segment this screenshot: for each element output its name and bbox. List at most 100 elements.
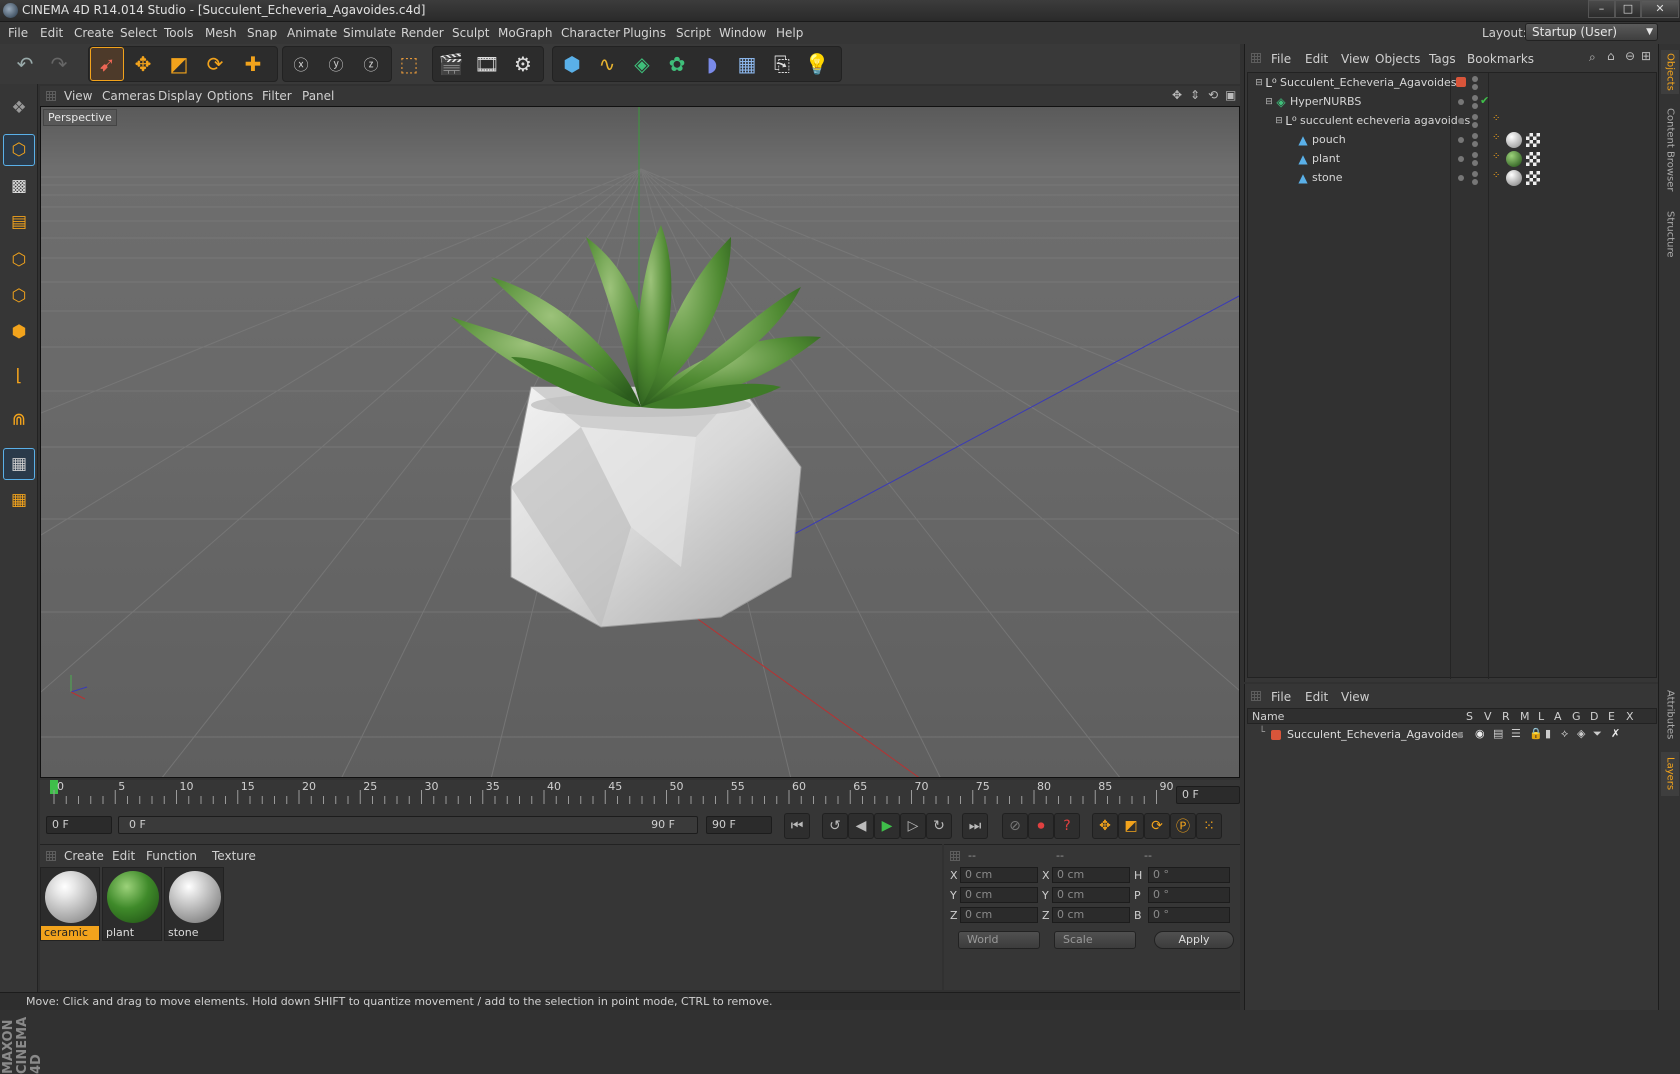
move-icon[interactable]: ✥ — [126, 47, 160, 81]
key-pla-icon[interactable]: ⁙ — [1196, 813, 1222, 839]
material-menu-texture[interactable]: Texture — [212, 849, 256, 863]
viewport-menu-options[interactable]: Options — [207, 89, 253, 103]
menu-mesh[interactable]: Mesh — [205, 26, 237, 40]
add-icon[interactable]: ✚ — [236, 47, 270, 81]
viewport-rotate-icon[interactable]: ⟲ — [1208, 88, 1218, 102]
viewport-move-icon[interactable]: ✥ — [1172, 88, 1182, 102]
goto-start-icon[interactable]: ⏮ — [784, 813, 810, 839]
column-deformers[interactable]: D — [1590, 710, 1598, 723]
redo-icon[interactable]: ↷ — [42, 47, 76, 81]
new-window-icon[interactable]: ⊞ — [1641, 49, 1651, 63]
model-mode-icon[interactable]: ⬡ — [3, 134, 35, 166]
menu-character[interactable]: Character — [561, 26, 620, 40]
xref-icon[interactable]: ✗ — [1611, 727, 1620, 740]
tree-row-pouch[interactable]: ▲ pouch ⁘ — [1248, 130, 1656, 150]
tree-row-hypernurbs[interactable]: ⊟ ◈ HyperNURBS ✔ — [1248, 92, 1656, 112]
coordinate-mode-select[interactable]: World — [958, 931, 1040, 949]
layer-color-swatch[interactable] — [1271, 730, 1281, 740]
next-frame-icon[interactable]: ▷ — [900, 813, 926, 839]
editor-visibility-dot[interactable] — [1472, 152, 1478, 158]
rotate-icon[interactable]: ⟳ — [198, 47, 232, 81]
snap-icon[interactable]: ⋒ — [3, 404, 35, 436]
pos-z-field[interactable]: 0 cm — [960, 907, 1038, 923]
size-mode-select[interactable]: Scale — [1054, 931, 1136, 949]
prev-key-icon[interactable]: ↺ — [822, 813, 848, 839]
material-menu-create[interactable]: Create — [64, 849, 104, 863]
material-tag-icon[interactable] — [1506, 151, 1522, 167]
layer-solo-dot[interactable] — [1457, 732, 1463, 738]
uvw-tag-icon[interactable] — [1526, 171, 1540, 185]
key-scale-icon[interactable]: ◩ — [1118, 813, 1144, 839]
rot-h-field[interactable]: 0 ° — [1148, 867, 1230, 883]
menu-render[interactable]: Render — [401, 26, 444, 40]
record-keys-icon[interactable]: ⊘ — [1002, 813, 1028, 839]
uvw-tag-icon[interactable] — [1526, 152, 1540, 166]
x-axis-lock-icon[interactable]: ⓧ — [284, 47, 318, 81]
light-icon[interactable]: 💡 — [800, 47, 834, 81]
tree-row-group[interactable]: ⊟ L⁰ succulent echeveria agavoides ⁘ — [1248, 111, 1656, 131]
phong-tag-icon[interactable]: ⁘ — [1492, 113, 1500, 124]
viewport-zoom-icon[interactable]: ⇕ — [1190, 88, 1200, 102]
render-icon[interactable]: ▤ — [1493, 727, 1503, 740]
render-view-icon[interactable]: 🎬 — [434, 47, 468, 81]
undo-icon[interactable]: ↶ — [8, 47, 42, 81]
menu-window[interactable]: Window — [719, 26, 766, 40]
editor-visibility-dot[interactable] — [1472, 95, 1478, 101]
points-mode-icon[interactable]: ⬡ — [3, 244, 35, 276]
tree-row-plant[interactable]: ▲ plant ⁘ — [1248, 149, 1656, 169]
menu-sculpt[interactable]: Sculpt — [452, 26, 489, 40]
camera-icon[interactable]: ⎘ — [765, 47, 799, 81]
cube-icon[interactable]: ⬢ — [555, 47, 589, 81]
menu-edit[interactable]: Edit — [40, 26, 63, 40]
key-rotation-icon[interactable]: ⟳ — [1144, 813, 1170, 839]
maximize-button[interactable]: □ — [1615, 0, 1641, 18]
viewport-menu-panel[interactable]: Panel — [302, 89, 334, 103]
render-visibility-dot[interactable] — [1472, 122, 1478, 128]
render-visibility-dot[interactable] — [1472, 84, 1478, 90]
floor-icon[interactable]: ▦ — [730, 47, 764, 81]
layout-select[interactable]: Startup (User) ▼ — [1525, 23, 1658, 41]
goto-end-icon[interactable]: ⏭ — [962, 813, 988, 839]
column-generators[interactable]: G — [1572, 710, 1581, 723]
menu-animate[interactable]: Animate — [287, 26, 337, 40]
deformer-icon[interactable]: ◗ — [695, 47, 729, 81]
editor-visibility-dot[interactable] — [1472, 171, 1478, 177]
tab-structure[interactable]: Structure — [1661, 206, 1679, 262]
size-z-field[interactable]: 0 cm — [1052, 907, 1130, 923]
menu-create[interactable]: Create — [74, 26, 114, 40]
objects-menu-tags[interactable]: Tags — [1429, 52, 1456, 66]
generator-icon[interactable]: ⟡ — [1561, 727, 1568, 741]
tab-layers[interactable]: Layers — [1661, 752, 1679, 796]
deformer-icon[interactable]: ◈ — [1577, 727, 1585, 740]
viewport-menu-view[interactable]: View — [64, 89, 92, 103]
layer-dot[interactable] — [1458, 156, 1464, 162]
column-xref[interactable]: X — [1626, 710, 1634, 723]
object-tree[interactable]: ⊟ L⁰ Succulent_Echeveria_Agavoides ⊟ ◈ H… — [1247, 72, 1657, 679]
render-picture-viewer-icon[interactable]: 🎞 — [470, 47, 504, 81]
menu-help[interactable]: Help — [776, 26, 803, 40]
material-tag-icon[interactable] — [1506, 132, 1522, 148]
material-stone[interactable]: stone — [164, 867, 224, 941]
menu-mograph[interactable]: MoGraph — [498, 26, 553, 40]
spline-icon[interactable]: ∿ — [590, 47, 624, 81]
size-x-field[interactable]: 0 cm — [1052, 867, 1130, 883]
workplane-lock-icon[interactable]: ▦ — [3, 448, 35, 480]
start-frame-field[interactable]: 0 F — [46, 816, 112, 834]
uvw-tag-icon[interactable] — [1526, 133, 1540, 147]
objects-menu-objects[interactable]: Objects — [1375, 52, 1420, 66]
layer-dot[interactable] — [1458, 175, 1464, 181]
hide-icon[interactable]: ⊖ — [1625, 49, 1635, 63]
polygons-mode-icon[interactable]: ⬢ — [3, 316, 35, 348]
home-icon[interactable]: ⌂ — [1607, 49, 1615, 63]
column-locked[interactable]: L — [1538, 710, 1544, 723]
viewport-menu-filter[interactable]: Filter — [262, 89, 292, 103]
layer-dot[interactable] — [1458, 99, 1464, 105]
material-menu-edit[interactable]: Edit — [112, 849, 135, 863]
coordinate-system-icon[interactable]: ⬚ — [392, 47, 426, 81]
planar-workplane-icon[interactable]: ▦ — [3, 484, 35, 516]
search-icon[interactable]: ⌕ — [1589, 50, 1596, 65]
layer-dot[interactable] — [1458, 118, 1464, 124]
make-editable-icon[interactable]: ❖ — [3, 92, 35, 124]
menu-tools[interactable]: Tools — [164, 26, 194, 40]
editor-visibility-dot[interactable] — [1472, 76, 1478, 82]
